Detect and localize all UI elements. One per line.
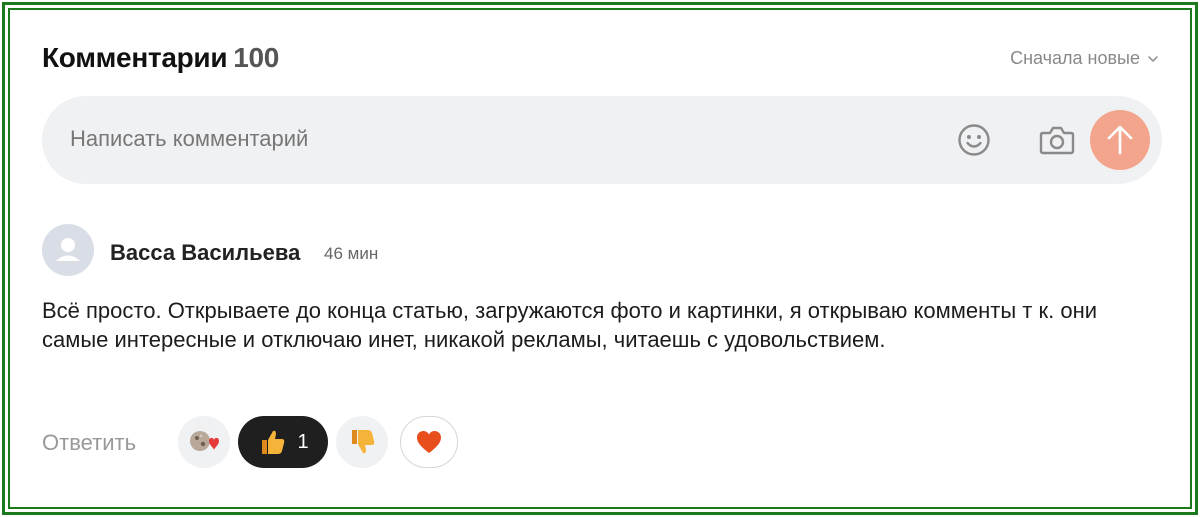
comment-author[interactable]: Васса Васильева [110, 240, 300, 266]
like-reaction-button[interactable]: 1 [238, 416, 328, 468]
sort-label: Сначала новые [1010, 48, 1140, 68]
comments-title: Комментарии 100 [42, 42, 279, 74]
chevron-down-icon [1148, 55, 1158, 62]
comment-actions: Ответить 1 [42, 416, 642, 470]
camera-icon [1039, 126, 1075, 155]
emoji-button[interactable] [954, 120, 994, 160]
reaction-stack-icon [190, 431, 219, 451]
comments-title-label: Комментарии [42, 42, 228, 73]
reaction-summary[interactable] [178, 416, 230, 468]
dislike-reaction-button[interactable] [336, 416, 388, 468]
thumbs-up-icon [262, 430, 285, 454]
heart-icon [417, 431, 441, 453]
heart-reaction-button[interactable] [400, 416, 458, 468]
reply-button[interactable]: Ответить [42, 430, 136, 456]
like-count: 1 [297, 430, 309, 453]
comment-input[interactable]: Написать комментарий [42, 96, 1162, 184]
avatar[interactable] [42, 224, 94, 276]
comment-text: Всё просто. Открываете до конца статью, … [42, 298, 1098, 352]
camera-button[interactable] [1037, 120, 1077, 160]
sort-dropdown[interactable]: Сначала новые [1010, 48, 1158, 69]
comments-header: Комментарии 100 Сначала новые [42, 38, 1162, 82]
smile-icon [958, 124, 990, 156]
send-button[interactable] [1090, 110, 1150, 170]
comments-count: 100 [233, 42, 280, 73]
user-placeholder-icon [56, 238, 80, 261]
thumbs-down-icon [352, 430, 375, 454]
comment-input-placeholder: Написать комментарий [70, 126, 309, 151]
arrow-up-icon [1107, 125, 1133, 155]
comment-time: 46 мин [324, 244, 379, 263]
